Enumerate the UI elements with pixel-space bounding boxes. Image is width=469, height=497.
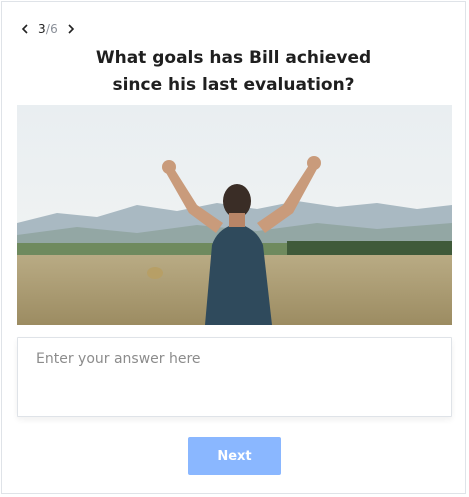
next-button[interactable]: Next	[188, 437, 281, 475]
chevron-right-icon[interactable]	[66, 22, 76, 36]
pager: 3/6	[20, 20, 76, 38]
question-line-2: since his last evaluation?	[112, 75, 355, 95]
question-line-1: What goals has Bill achieved	[95, 48, 372, 68]
question-title: What goals has Bill achieved since his l…	[42, 45, 425, 99]
page-indicator: 3/6	[38, 22, 58, 36]
current-page: 3	[38, 22, 46, 36]
question-image	[17, 105, 452, 325]
answer-input[interactable]	[17, 337, 452, 417]
survey-card: 3/6 What goals has Bill achieved since h…	[1, 1, 466, 494]
chevron-left-icon[interactable]	[20, 22, 30, 36]
total-pages: 6	[50, 22, 58, 36]
